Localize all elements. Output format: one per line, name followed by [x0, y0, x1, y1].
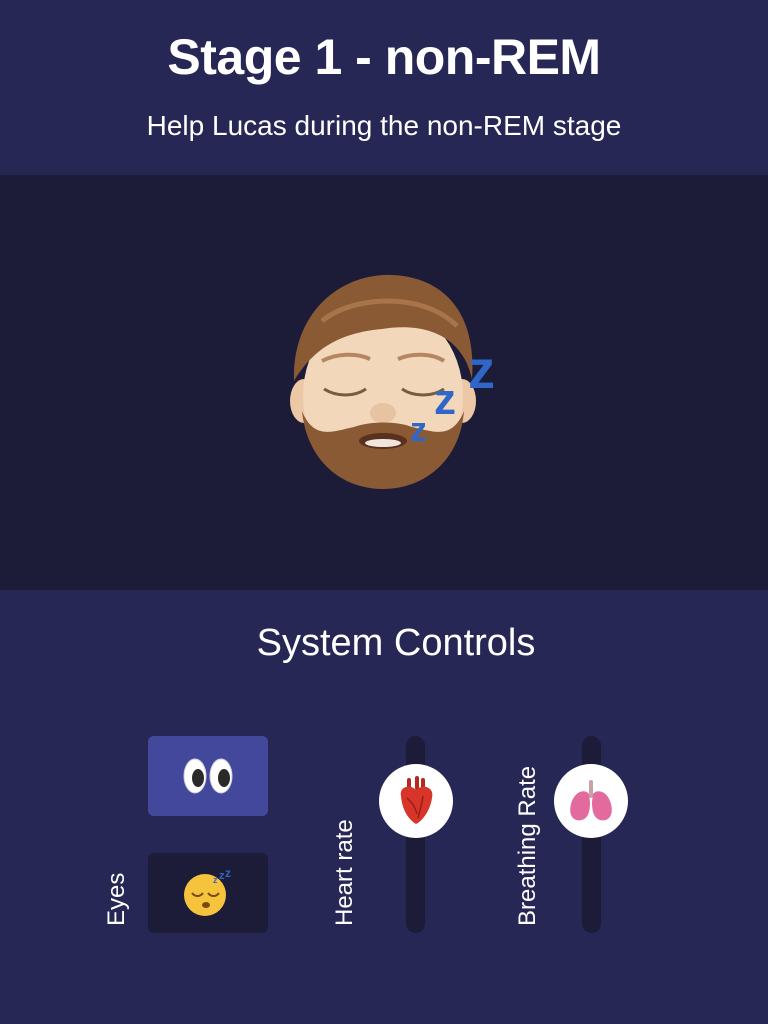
sleeping-man-memoji-icon: z z z	[290, 274, 495, 489]
eyes-closed-button[interactable]: z z z	[148, 853, 268, 933]
page-title: Stage 1 - non-REM	[167, 29, 601, 85]
breathing-rate-label: Breathing Rate	[514, 765, 541, 926]
svg-text:z: z	[410, 411, 427, 449]
svg-text:z: z	[468, 340, 495, 400]
eyes-open-button[interactable]	[148, 736, 268, 816]
sleeping-face-icon: z z z	[184, 869, 231, 916]
controls-title: System Controls	[256, 622, 536, 664]
lungs-icon	[570, 780, 612, 821]
heart-rate-label: Heart rate	[331, 819, 358, 926]
page-subtitle: Help Lucas during the non-REM stage	[146, 110, 622, 141]
svg-text:z: z	[213, 875, 218, 885]
anatomical-heart-icon	[400, 776, 433, 824]
stage-area: z z z	[0, 175, 768, 590]
header: Stage 1 - non-REM Help Lucas during the …	[0, 0, 768, 175]
svg-text:z: z	[434, 375, 456, 424]
breathing-rate-slider-knob[interactable]	[554, 764, 628, 838]
svg-text:z: z	[225, 869, 231, 880]
eyes-label: Eyes	[103, 872, 130, 926]
eyes-icon	[183, 758, 233, 794]
heart-rate-slider-knob[interactable]	[379, 764, 453, 838]
